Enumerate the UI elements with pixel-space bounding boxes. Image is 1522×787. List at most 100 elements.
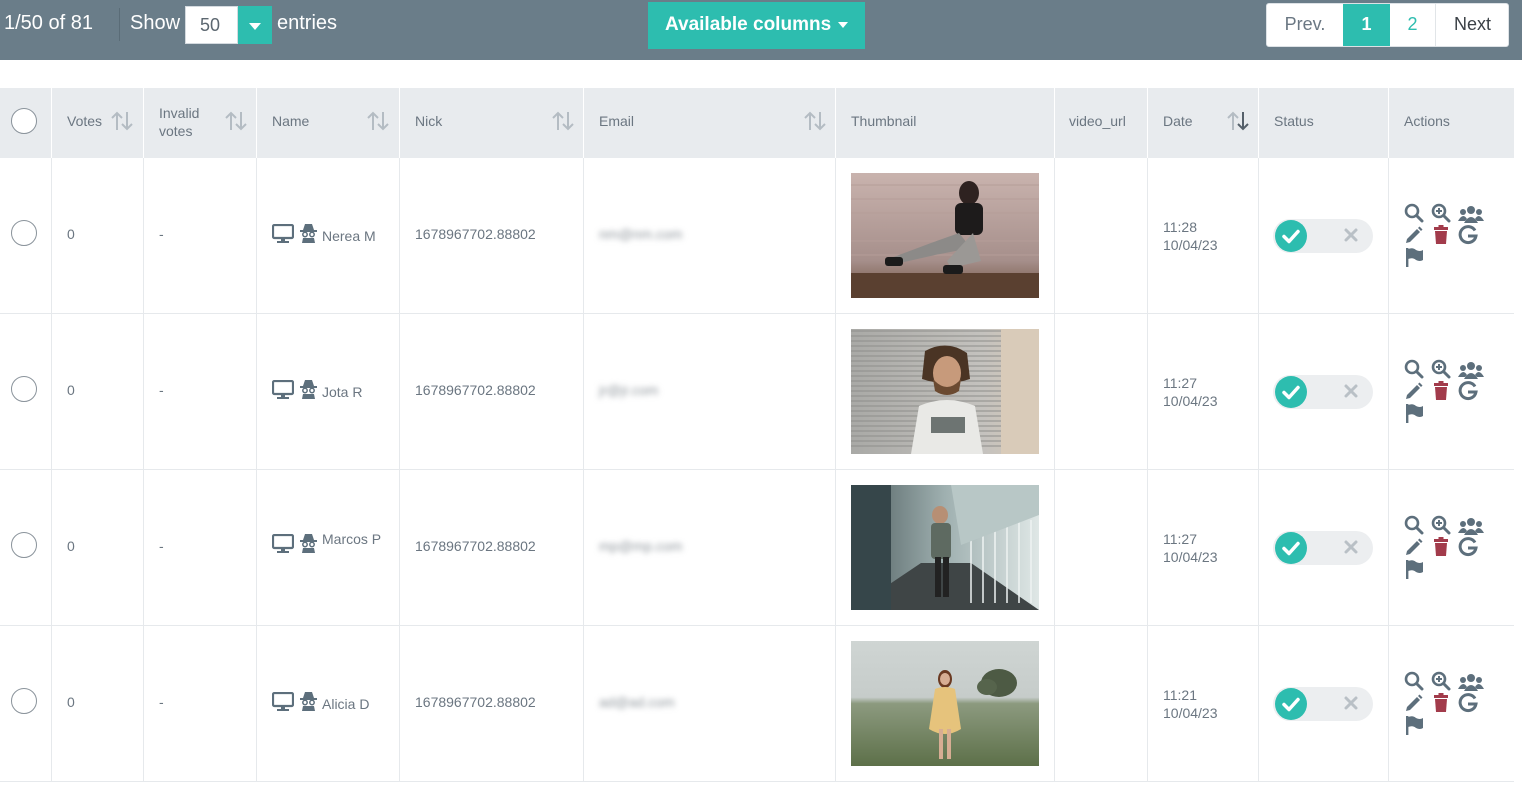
google-icon[interactable]	[1458, 537, 1478, 557]
status-toggle[interactable]	[1273, 375, 1373, 409]
chevron-down-icon[interactable]	[238, 6, 272, 44]
sort-icon[interactable]	[803, 110, 827, 132]
select-all-cell	[0, 88, 52, 158]
available-columns-button[interactable]: Available columns	[648, 2, 865, 49]
video-url-cell	[1055, 314, 1148, 470]
flag-icon[interactable]	[1404, 559, 1424, 579]
search-icon[interactable]	[1404, 515, 1424, 535]
col-actions-label: Actions	[1404, 113, 1450, 129]
actions-cell	[1389, 158, 1514, 314]
nick-value: 1678967702.88802	[415, 694, 536, 710]
row-select-radio[interactable]	[11, 688, 37, 714]
trash-icon[interactable]	[1433, 693, 1449, 713]
trash-icon[interactable]	[1433, 225, 1449, 245]
status-toggle[interactable]	[1273, 687, 1373, 721]
row-select-radio[interactable]	[11, 376, 37, 402]
table-row[interactable]: 0 - Jota R 1678967702.88802 jr@jr.com 11…	[0, 314, 1514, 470]
table-header: Votes Invalid votes Name Nick Email Thumb…	[0, 88, 1514, 158]
row-select-radio[interactable]	[11, 220, 37, 246]
thumbnail-image[interactable]	[851, 485, 1039, 610]
col-date[interactable]: Date	[1148, 88, 1259, 158]
col-thumbnail: Thumbnail	[836, 88, 1055, 158]
votes-cell: 0	[52, 470, 144, 626]
col-actions: Actions	[1389, 88, 1514, 158]
close-icon	[1344, 384, 1358, 398]
col-thumbnail-label: Thumbnail	[851, 113, 917, 129]
page-size-select[interactable]: 50	[185, 6, 272, 44]
page-1-button[interactable]: 1	[1343, 4, 1390, 46]
pencil-icon[interactable]	[1404, 225, 1424, 245]
sort-icon[interactable]	[551, 110, 575, 132]
pencil-icon[interactable]	[1404, 381, 1424, 401]
status-knob	[1275, 688, 1307, 720]
zoom-in-icon[interactable]	[1431, 515, 1451, 535]
col-name[interactable]: Name	[257, 88, 400, 158]
google-icon[interactable]	[1458, 693, 1478, 713]
table-row[interactable]: 0 - Marcos P 1678967702.88802 mp@mp.com …	[0, 470, 1514, 626]
prev-page-button[interactable]: Prev.	[1267, 4, 1343, 46]
users-icon[interactable]	[1458, 205, 1484, 223]
sort-icon[interactable]	[110, 110, 134, 132]
date-value: 11:27 10/04/23	[1163, 374, 1218, 410]
sort-icon[interactable]	[224, 110, 248, 132]
toolbar-divider	[119, 8, 120, 41]
table-row[interactable]: 0 - Alicia D 1678967702.88802 ad@ad.com …	[0, 626, 1514, 782]
search-icon[interactable]	[1404, 671, 1424, 691]
select-all-radio[interactable]	[11, 108, 37, 134]
sort-desc-icon[interactable]	[1226, 110, 1250, 132]
trash-icon[interactable]	[1433, 537, 1449, 557]
page-2-button[interactable]: 2	[1390, 4, 1436, 46]
pencil-icon[interactable]	[1404, 537, 1424, 557]
col-nick[interactable]: Nick	[400, 88, 584, 158]
google-icon[interactable]	[1458, 225, 1478, 245]
users-icon[interactable]	[1458, 361, 1484, 379]
users-icon[interactable]	[1458, 517, 1484, 535]
thumbnail-image[interactable]	[851, 329, 1039, 454]
votes-value: 0	[67, 538, 75, 554]
actions-group	[1404, 203, 1484, 267]
zoom-in-icon[interactable]	[1431, 359, 1451, 379]
flag-icon[interactable]	[1404, 247, 1424, 267]
check-icon	[1282, 541, 1300, 556]
google-icon[interactable]	[1458, 381, 1478, 401]
zoom-in-icon[interactable]	[1431, 671, 1451, 691]
flag-icon[interactable]	[1404, 715, 1424, 735]
invalid-votes-value: -	[159, 538, 164, 554]
actions-cell	[1389, 314, 1514, 470]
users-icon[interactable]	[1458, 673, 1484, 691]
row-select-radio[interactable]	[11, 532, 37, 558]
nick-value: 1678967702.88802	[415, 226, 536, 242]
col-email[interactable]: Email	[584, 88, 836, 158]
row-select-cell	[0, 626, 52, 782]
email-value: jr@jr.com	[599, 382, 659, 398]
status-toggle[interactable]	[1273, 219, 1373, 253]
table-row[interactable]: 0 - Nerea M 1678967702.88802 nm@nm.com 1…	[0, 158, 1514, 314]
show-label: Show	[130, 12, 181, 34]
next-page-button[interactable]: Next	[1436, 4, 1509, 46]
trash-icon[interactable]	[1433, 381, 1449, 401]
pencil-icon[interactable]	[1404, 693, 1424, 713]
status-toggle[interactable]	[1273, 531, 1373, 565]
col-status-label: Status	[1274, 113, 1314, 129]
page-size-value[interactable]: 50	[185, 6, 238, 44]
thumbnail-image[interactable]	[851, 173, 1039, 298]
nick-cell: 1678967702.88802	[400, 470, 584, 626]
close-icon	[1344, 540, 1358, 554]
col-votes[interactable]: Votes	[52, 88, 144, 158]
date-cell: 11:27 10/04/23	[1148, 314, 1259, 470]
sort-icon[interactable]	[366, 110, 390, 132]
check-icon	[1282, 385, 1300, 400]
zoom-in-icon[interactable]	[1431, 203, 1451, 223]
thumbnail-image[interactable]	[851, 641, 1039, 766]
votes-value: 0	[67, 382, 75, 398]
available-columns-label: Available columns	[665, 14, 832, 35]
search-icon[interactable]	[1404, 359, 1424, 379]
votes-cell: 0	[52, 626, 144, 782]
date-cell: 11:27 10/04/23	[1148, 470, 1259, 626]
email-value: mp@mp.com	[599, 538, 683, 554]
flag-icon[interactable]	[1404, 403, 1424, 423]
check-icon	[1282, 697, 1300, 712]
date-value: 11:21 10/04/23	[1163, 686, 1218, 722]
search-icon[interactable]	[1404, 203, 1424, 223]
col-invalid-votes[interactable]: Invalid votes	[144, 88, 257, 158]
